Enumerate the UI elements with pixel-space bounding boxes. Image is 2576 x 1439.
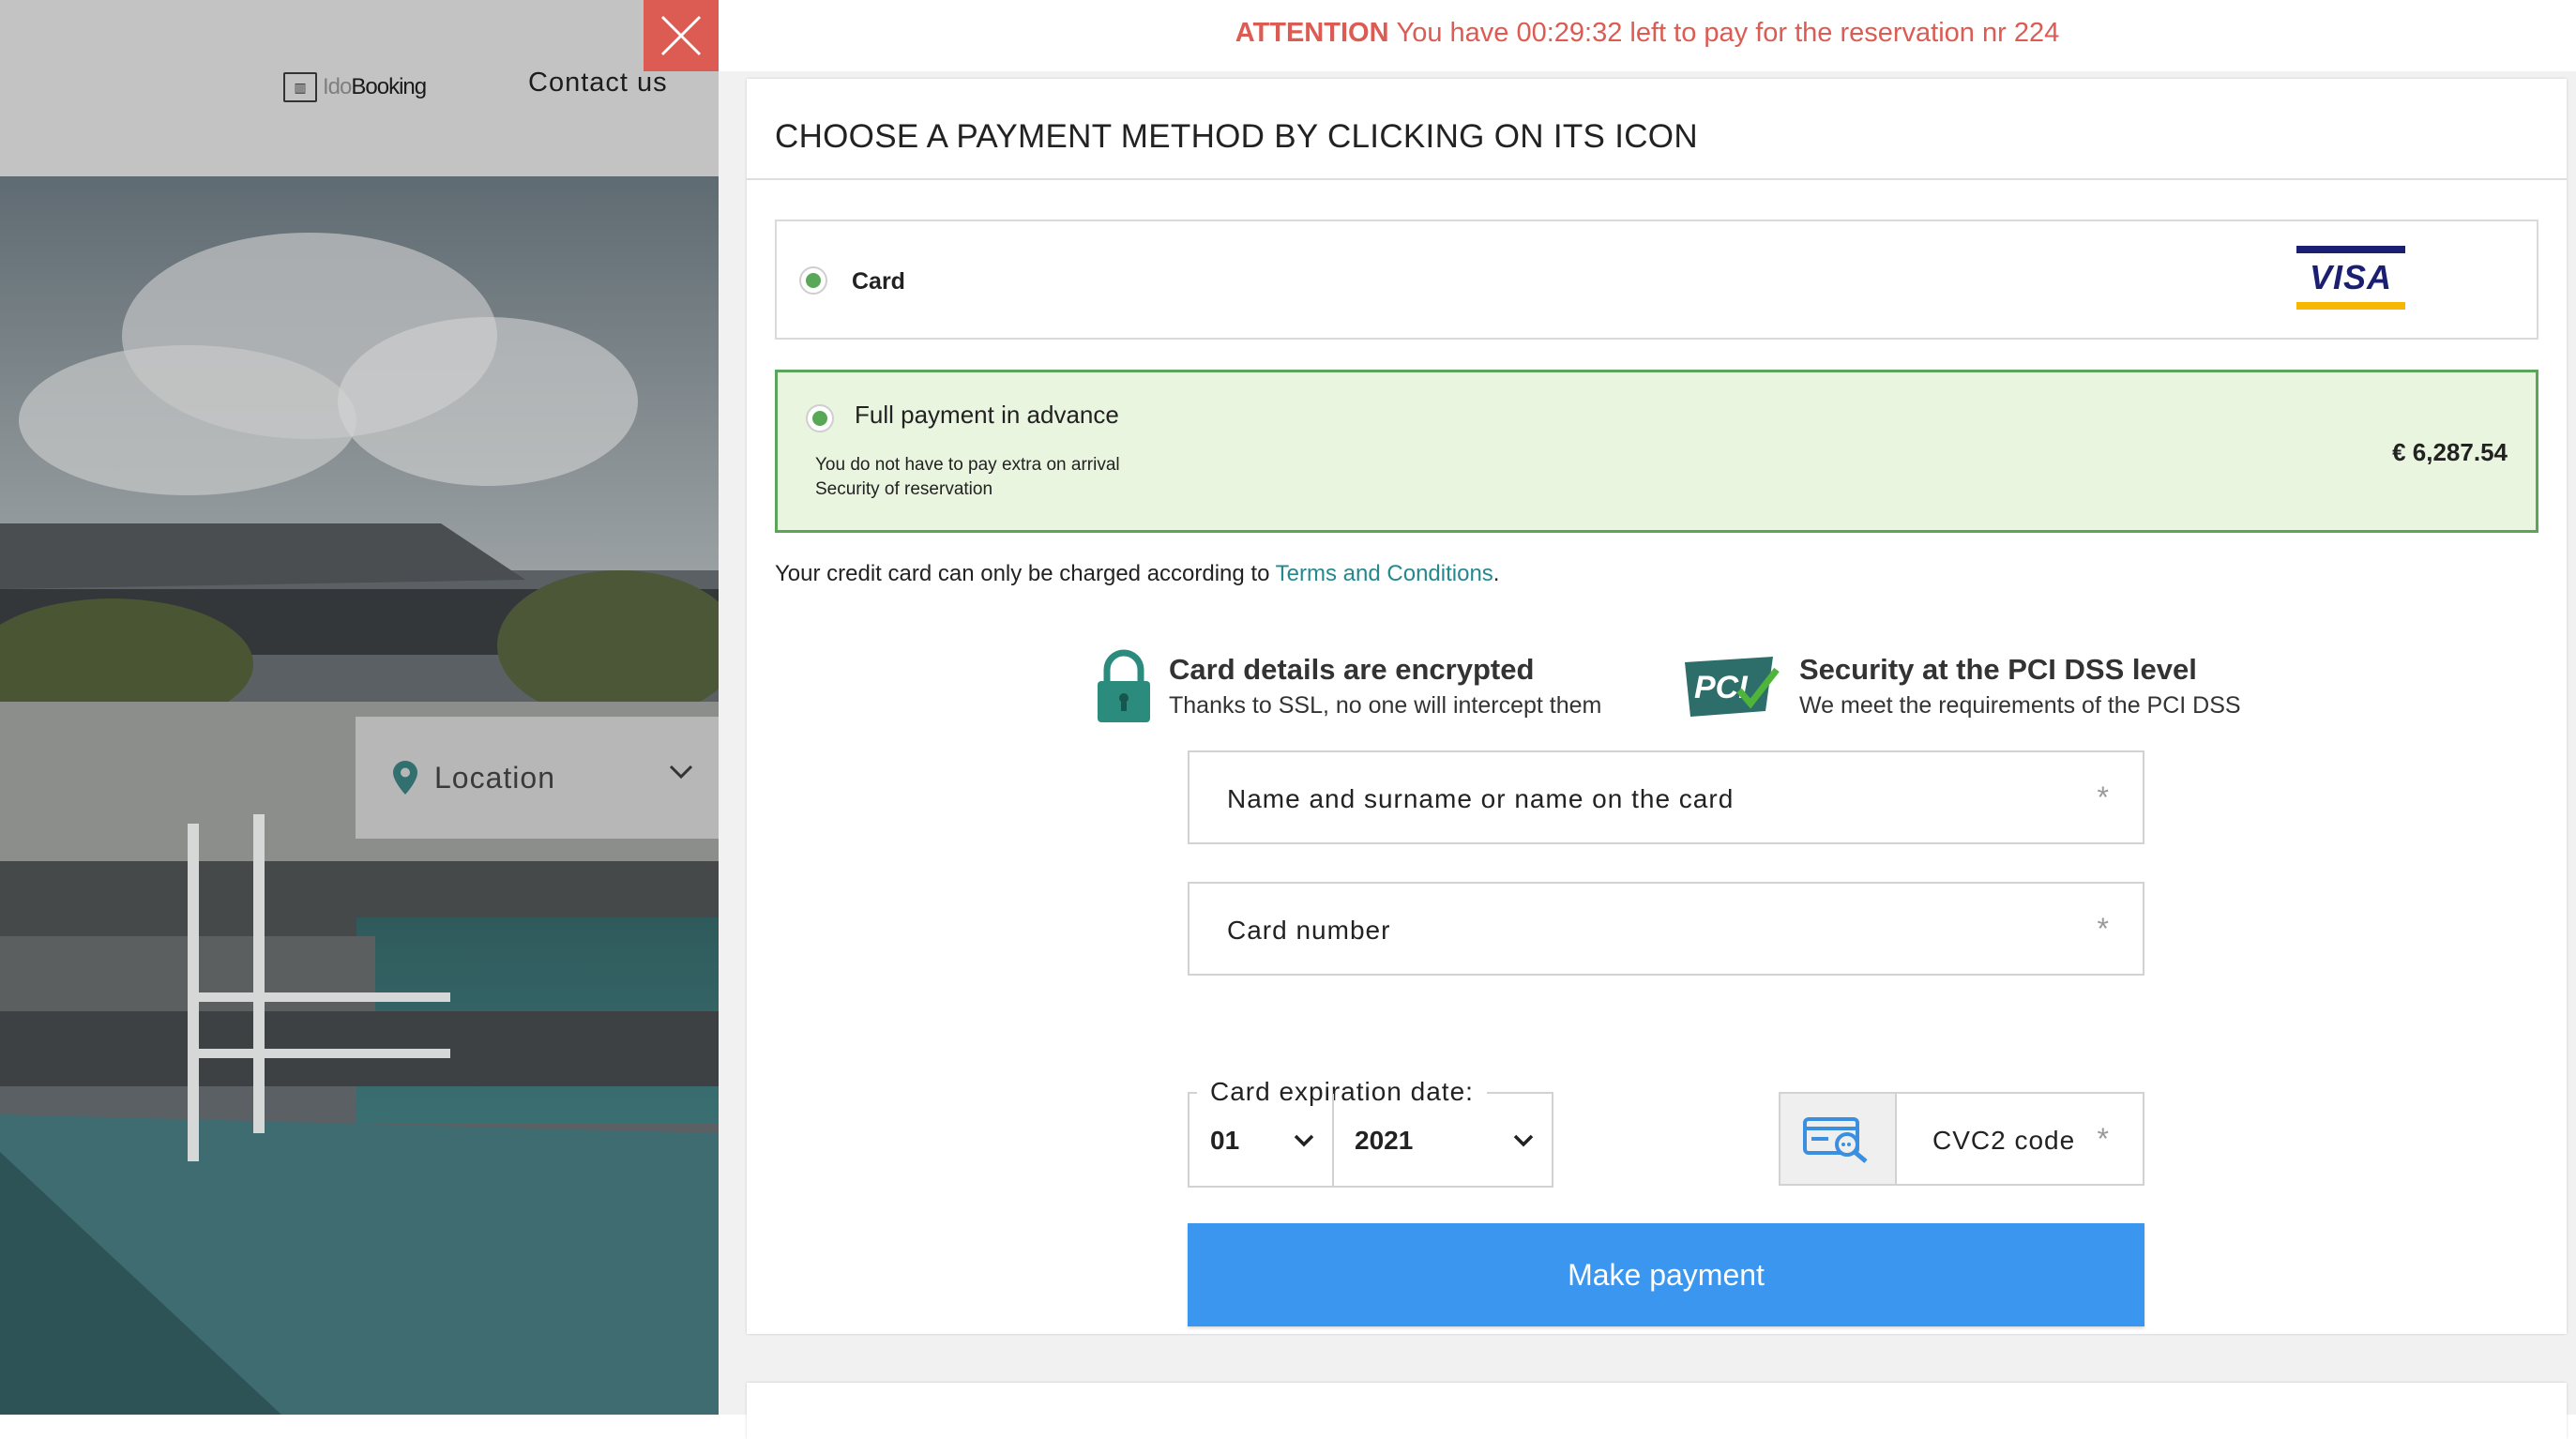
payment-method-card-option[interactable]: Card VISA xyxy=(775,220,2538,340)
logo-icon: ▥ xyxy=(283,72,317,102)
card-number-placeholder: Card number xyxy=(1227,916,1391,945)
site-header: ▥ IdoBooking Contact us xyxy=(0,0,719,176)
terms-suffix: . xyxy=(1493,561,1500,586)
lock-icon xyxy=(1098,649,1150,722)
option-price: € 6,287.54 xyxy=(2392,438,2508,466)
method-radio[interactable] xyxy=(799,266,827,295)
required-mark: * xyxy=(2097,780,2109,814)
visa-brand-text: VISA xyxy=(2309,258,2393,296)
chevron-down-icon xyxy=(1294,1134,1314,1147)
card-number-input[interactable]: Card number * xyxy=(1188,882,2144,976)
cardholder-name-input[interactable]: Name and surname or name on the card * xyxy=(1188,750,2144,844)
option-radio[interactable] xyxy=(806,404,834,432)
chevron-down-icon xyxy=(669,765,693,780)
terms-notice: Your credit card can only be charged acc… xyxy=(775,561,1499,587)
expiration-year-value: 2021 xyxy=(1355,1126,1414,1155)
logo-text: IdoBooking xyxy=(323,74,427,99)
lower-card xyxy=(747,1383,2567,1439)
cvc-label: CVC2 code xyxy=(1932,1126,2076,1155)
payment-panel: ATTENTION You have 00:29:32 left to pay f… xyxy=(719,0,2576,1439)
terms-link[interactable]: Terms and Conditions xyxy=(1276,561,1493,586)
terms-prefix: Your credit card can only be charged acc… xyxy=(775,561,1276,586)
payment-method-card: CHOOSE A PAYMENT METHOD BY CLICKING ON I… xyxy=(747,79,2567,1334)
payment-option-full[interactable]: Full payment in advance You do not have … xyxy=(775,370,2538,533)
attention-message: You have 00:29:32 left to pay for the re… xyxy=(1396,18,2060,48)
option-description-2: Security of reservation xyxy=(815,479,993,499)
ssl-subtitle: Thanks to SSL, no one will intercept the… xyxy=(1169,692,1602,719)
close-button[interactable] xyxy=(644,0,719,71)
page-title: CHOOSE A PAYMENT METHOD BY CLICKING ON I… xyxy=(775,118,1698,155)
make-payment-button[interactable]: Make payment xyxy=(1188,1223,2144,1326)
attention-label: ATTENTION xyxy=(1235,18,1389,48)
expiration-month-value: 01 xyxy=(1210,1126,1240,1155)
pci-subtitle: We meet the requirements of the PCI DSS xyxy=(1799,692,2241,719)
pci-title: Security at the PCI DSS level xyxy=(1799,653,2197,686)
method-label: Card xyxy=(852,268,905,295)
option-description-1: You do not have to pay extra on arrival xyxy=(815,455,1120,475)
pci-logo-icon: PCI xyxy=(1685,657,1780,717)
ssl-title: Card details are encrypted xyxy=(1169,653,1535,686)
chevron-down-icon xyxy=(1513,1134,1534,1147)
expiration-month-select[interactable]: 01 xyxy=(1190,1094,1334,1186)
location-dropdown[interactable]: Location xyxy=(356,717,719,839)
cardholder-name-placeholder: Name and surname or name on the card xyxy=(1227,784,1735,813)
site-logo[interactable]: ▥ IdoBooking xyxy=(283,72,427,102)
divider xyxy=(747,178,2567,180)
cvc-input[interactable]: CVC2 code * xyxy=(1779,1092,2144,1186)
required-mark: * xyxy=(2097,1122,2109,1156)
location-label: Location xyxy=(434,760,555,795)
contact-us-link[interactable]: Contact us xyxy=(528,68,668,98)
cvc-icon-box xyxy=(1780,1094,1897,1184)
close-icon xyxy=(660,15,702,56)
visa-logo-icon: VISA xyxy=(2296,246,2405,315)
svg-text:PCI: PCI xyxy=(1694,670,1749,705)
map-pin-icon xyxy=(393,761,417,795)
card-expiration-group: Card expiration date: 01 2021 xyxy=(1188,1077,1553,1188)
expiration-year-select[interactable]: 2021 xyxy=(1334,1094,1552,1186)
option-title: Full payment in advance xyxy=(855,401,1119,429)
background-panel: ▥ IdoBooking Contact us Location xyxy=(0,0,719,1415)
required-mark: * xyxy=(2097,912,2109,946)
card-search-icon xyxy=(1803,1117,1868,1163)
attention-bar: ATTENTION You have 00:29:32 left to pay f… xyxy=(719,0,2576,71)
